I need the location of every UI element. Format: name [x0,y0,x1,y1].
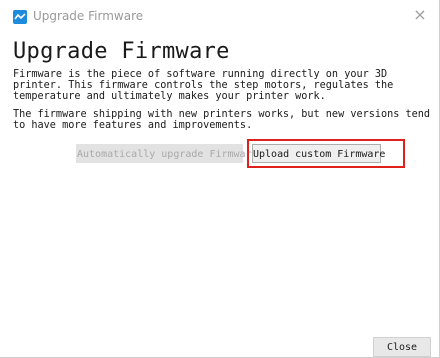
close-window-icon[interactable]: × [411,6,429,24]
title-bar: Upgrade Firmware × [0,0,439,34]
close-button[interactable]: Close [373,337,431,357]
upload-custom-firmware-button[interactable]: Upload custom Firmware [252,144,385,163]
firmware-update-note: The firmware shipping with new printers … [13,109,431,131]
auto-upgrade-firmware-button[interactable]: Automatically upgrade Firmware [76,144,258,163]
dialog-content: Upgrade Firmware Firmware is the piece o… [0,34,439,357]
app-logo-icon [13,10,27,24]
firmware-description: Firmware is the piece of software runnin… [13,69,394,102]
window-title: Upgrade Firmware [33,9,144,23]
page-title: Upgrade Firmware [13,39,230,64]
upgrade-firmware-dialog: Upgrade Firmware × Upgrade Firmware Firm… [0,0,440,358]
